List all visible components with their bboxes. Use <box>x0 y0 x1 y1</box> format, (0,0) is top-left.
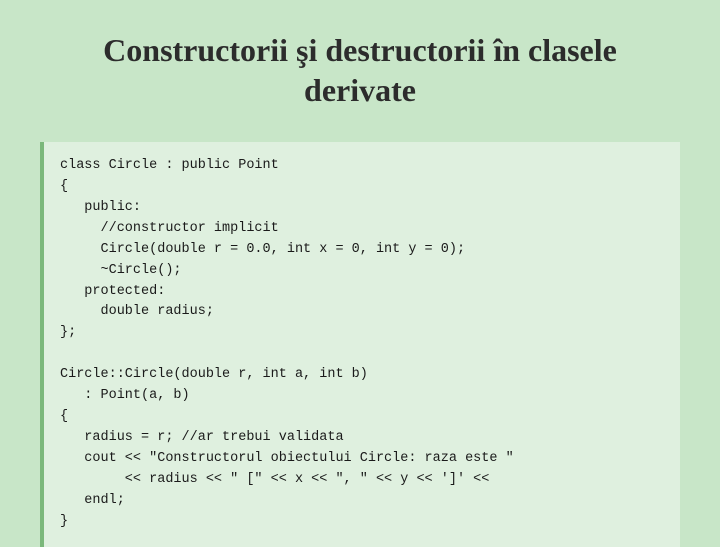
code-content-area: class Circle : public Point { public: //… <box>40 142 680 547</box>
slide-container: Constructorii şi destructorii în clasele… <box>0 0 720 540</box>
title-area: Constructorii şi destructorii în clasele… <box>40 30 680 110</box>
code-block: class Circle : public Point { public: //… <box>60 156 664 533</box>
title-line1: Constructorii şi destructorii în clasele <box>103 32 617 68</box>
slide-title: Constructorii şi destructorii în clasele… <box>40 30 680 110</box>
title-line2: derivate <box>304 72 416 108</box>
